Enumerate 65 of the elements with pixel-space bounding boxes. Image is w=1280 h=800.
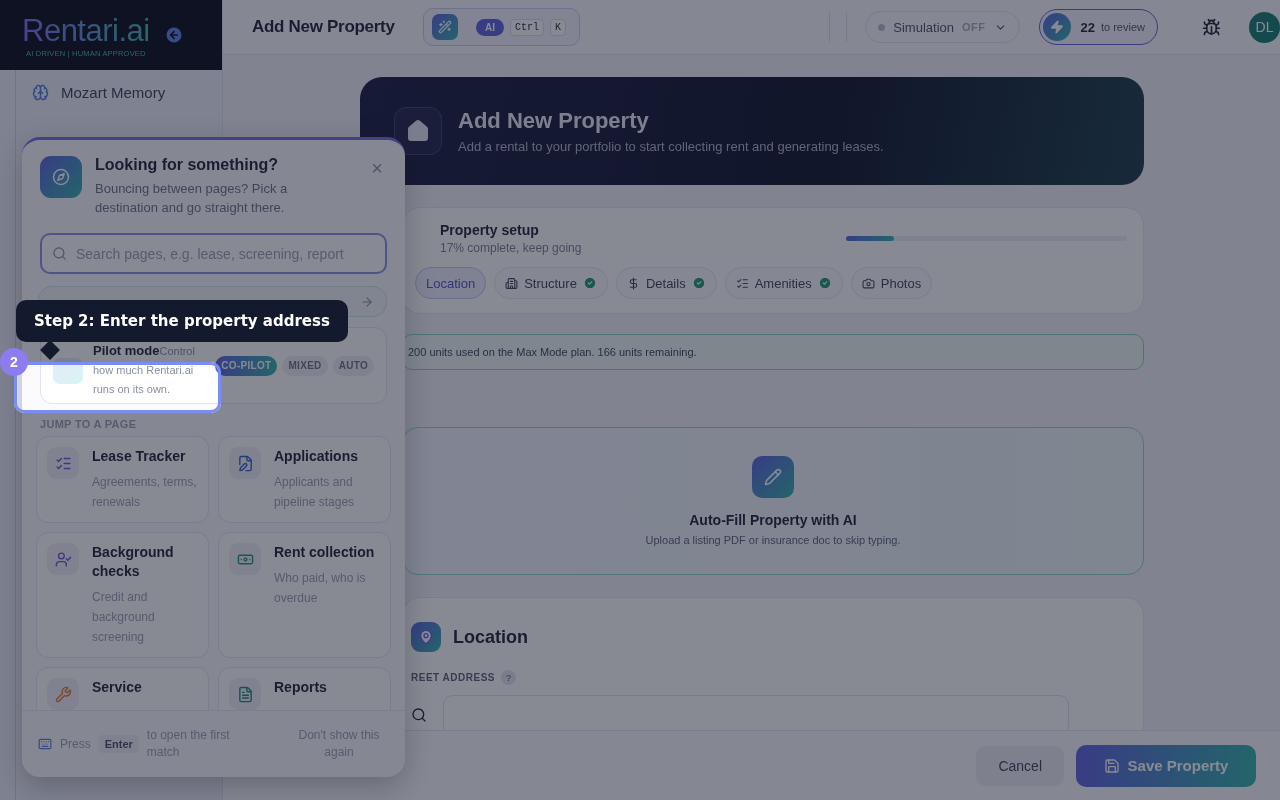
bolt-icon — [1042, 13, 1071, 41]
autofill-title: Auto-Fill Property with AI — [689, 512, 857, 528]
step-tab[interactable]: Details — [615, 267, 717, 299]
building-icon — [505, 276, 519, 290]
step-tab[interactable]: Structure — [494, 267, 608, 299]
setup-progress-text: 17% complete, keep going — [440, 241, 582, 255]
pilot-icon — [53, 357, 83, 384]
cancel-button[interactable]: Cancel — [976, 745, 1064, 786]
search-icon — [52, 246, 67, 261]
tour-tooltip: Step 2: Enter the property address — [16, 300, 348, 342]
page-title: Lease Tracker — [92, 447, 187, 466]
step-tab[interactable]: Amenities — [724, 267, 843, 299]
user-avatar[interactable]: DL — [1249, 11, 1280, 43]
page-title: Reports — [274, 678, 327, 697]
page-card[interactable]: Service — [36, 667, 209, 710]
hero-title: Add New Property — [458, 108, 650, 134]
mode-option[interactable]: AUTO — [332, 355, 374, 376]
save-button[interactable]: Save Property — [1076, 744, 1256, 787]
wrench-icon — [54, 685, 72, 703]
compass-icon — [40, 156, 82, 198]
autofill-subtitle: Upload a listing PDF or insurance doc to skip typing. — [645, 534, 901, 546]
page-card[interactable]: Reports — [218, 667, 391, 710]
field-label: REET ADDRESS — [411, 672, 495, 683]
document-icon — [236, 685, 254, 703]
section-title: Location — [453, 626, 528, 648]
brain-icon — [32, 84, 49, 101]
user-check-icon — [54, 550, 72, 568]
autofill-card[interactable]: Auto-Fill Property with AI Upload a listing PDF or insurance doc to skip typing. — [402, 427, 1144, 575]
command-bar[interactable]: AI Ctrl K — [423, 8, 580, 46]
house-icon — [394, 107, 442, 155]
key-cap: Enter — [98, 735, 139, 753]
bug-icon[interactable] — [1202, 17, 1221, 37]
hero-subtitle: Add a rental to your portfolio to start collecting rent and generating leases. — [458, 139, 884, 154]
review-button[interactable]: 22 to review — [1038, 9, 1158, 45]
popover-subtitle: Bouncing between pages? Pick a destination and go straight there. — [95, 180, 289, 217]
collapse-icon[interactable] — [163, 25, 184, 45]
key-cap: Ctrl — [510, 18, 544, 36]
setup-title: Property setup — [440, 222, 540, 238]
magic-wand-icon — [432, 14, 458, 40]
key-cap: K — [550, 18, 567, 36]
step-tab[interactable]: Location — [415, 267, 487, 299]
sidebar-item[interactable]: Mozart Memory — [26, 80, 222, 105]
save-icon — [1103, 757, 1120, 774]
arrow-right-icon — [360, 294, 374, 309]
keyboard-icon — [38, 737, 52, 751]
search-icon — [411, 707, 427, 723]
page-title: Add New Property — [252, 17, 396, 37]
page-title: Background checks — [92, 543, 175, 581]
page-title: Applications — [274, 447, 359, 466]
popover-title: Looking for something? — [95, 156, 280, 174]
document-pen-icon — [236, 454, 254, 472]
pencil-icon — [752, 456, 794, 498]
map-pin-icon — [411, 622, 441, 652]
page-title: Service — [92, 678, 142, 697]
camera-icon — [861, 276, 875, 290]
pilot-mode-text: Pilot modeControl how much Rentari.ai runs on its own. — [93, 341, 196, 397]
mode-option[interactable]: MIXED — [282, 355, 328, 376]
checklist-icon — [735, 276, 749, 290]
close-button[interactable]: × — [367, 156, 387, 180]
help-badge[interactable]: ? — [501, 670, 516, 685]
ai-badge: AI — [476, 18, 504, 36]
page-title: Rent collection — [274, 543, 376, 562]
step-tab[interactable]: Photos — [850, 267, 933, 299]
mode-option[interactable]: CO-PILOT — [215, 355, 278, 376]
usage-notice: 200 units used on the Max Mode plan. 166 units remaining. — [402, 334, 1144, 370]
